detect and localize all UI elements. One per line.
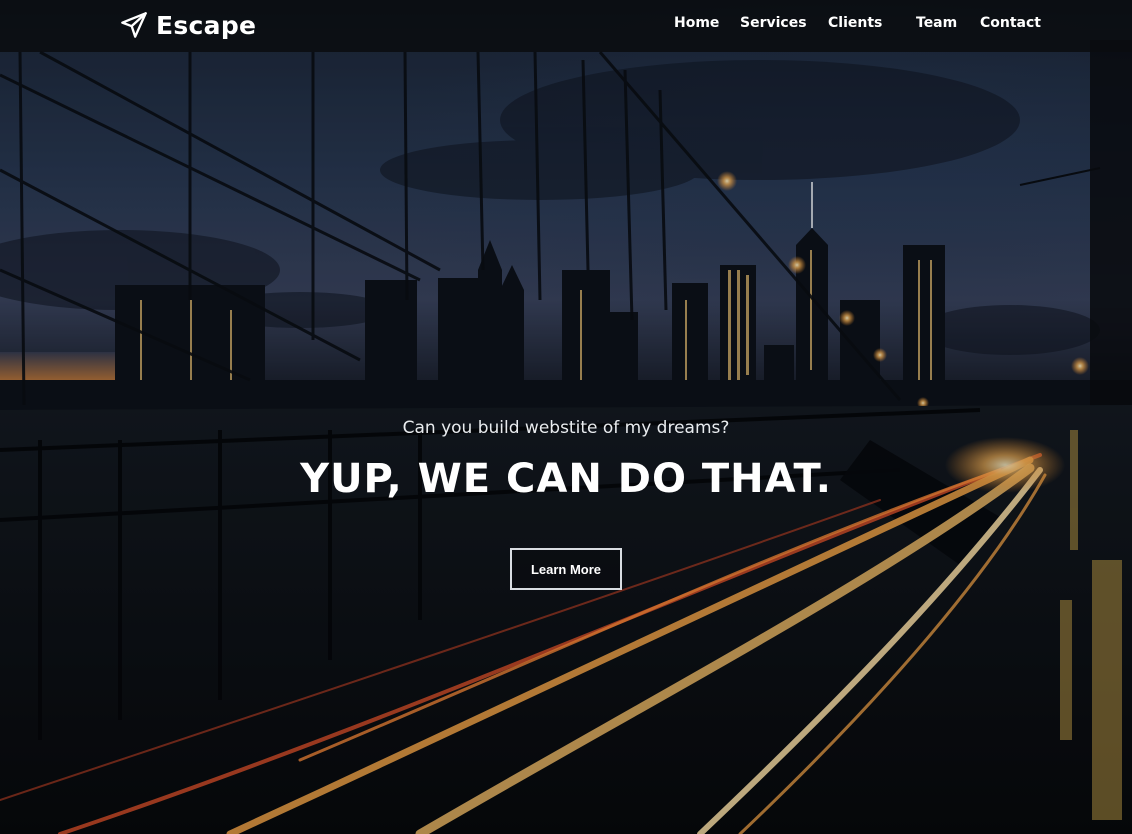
hero-tagline: Can you build webstite of my dreams? (402, 418, 730, 438)
nav-link-contact[interactable]: Contact (980, 15, 1041, 31)
hero-section: Can you build webstite of my dreams? YUP… (0, 0, 1132, 834)
nav-link-home[interactable]: Home (674, 15, 719, 31)
top-navbar: Escape Home Services Clients Team Contac… (0, 0, 1132, 52)
hero-headline: YUP, WE CAN DO THAT. (300, 456, 832, 502)
learn-more-button[interactable]: Learn More (510, 548, 622, 590)
hero-background-image (0, 0, 1132, 834)
nav-link-clients[interactable]: Clients (828, 15, 882, 31)
nav-link-team[interactable]: Team (916, 15, 957, 31)
nav-links: Home Services Clients Team Contact (0, 15, 1132, 37)
nav-link-services[interactable]: Services (740, 15, 807, 31)
